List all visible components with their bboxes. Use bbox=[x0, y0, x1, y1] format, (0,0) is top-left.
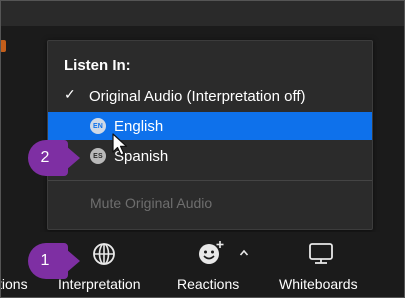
step-badge-number: 1 bbox=[40, 252, 50, 269]
toolbar-partial-label[interactable]: tions bbox=[0, 276, 28, 292]
interpretation-menu: Listen In: ✓ Original Audio (Interpretat… bbox=[47, 40, 373, 230]
meeting-window: Listen In: ✓ Original Audio (Interpretat… bbox=[0, 0, 405, 298]
step-badge-number: 2 bbox=[40, 149, 50, 166]
reactions-button-label[interactable]: Reactions bbox=[177, 276, 239, 292]
language-badge-icon: ES bbox=[90, 148, 106, 164]
interpretation-button-label[interactable]: Interpretation bbox=[58, 276, 141, 292]
menu-item-label: Original Audio (Interpretation off) bbox=[89, 88, 306, 105]
globe-icon[interactable] bbox=[92, 242, 116, 266]
emoji-plus-icon[interactable] bbox=[196, 239, 226, 267]
accent-mark bbox=[0, 40, 6, 52]
menu-item-english[interactable]: EN English bbox=[48, 112, 372, 140]
whiteboard-icon[interactable] bbox=[308, 242, 334, 266]
mute-original-audio-item[interactable]: Mute Original Audio bbox=[90, 195, 212, 211]
top-strip bbox=[0, 0, 405, 26]
language-badge-icon: EN bbox=[90, 118, 106, 134]
step-badge-2: 2 bbox=[28, 140, 80, 176]
menu-item-spanish[interactable]: ES Spanish bbox=[48, 142, 372, 170]
menu-divider bbox=[48, 180, 372, 181]
menu-header: Listen In: bbox=[64, 57, 131, 74]
whiteboards-button-label[interactable]: Whiteboards bbox=[279, 276, 358, 292]
mouse-cursor-icon bbox=[112, 133, 128, 156]
menu-item-original-audio[interactable]: ✓ Original Audio (Interpretation off) bbox=[48, 82, 372, 110]
chevron-up-icon[interactable] bbox=[239, 248, 249, 258]
checkmark-icon: ✓ bbox=[64, 86, 76, 102]
step-badge-1: 1 bbox=[28, 243, 80, 279]
